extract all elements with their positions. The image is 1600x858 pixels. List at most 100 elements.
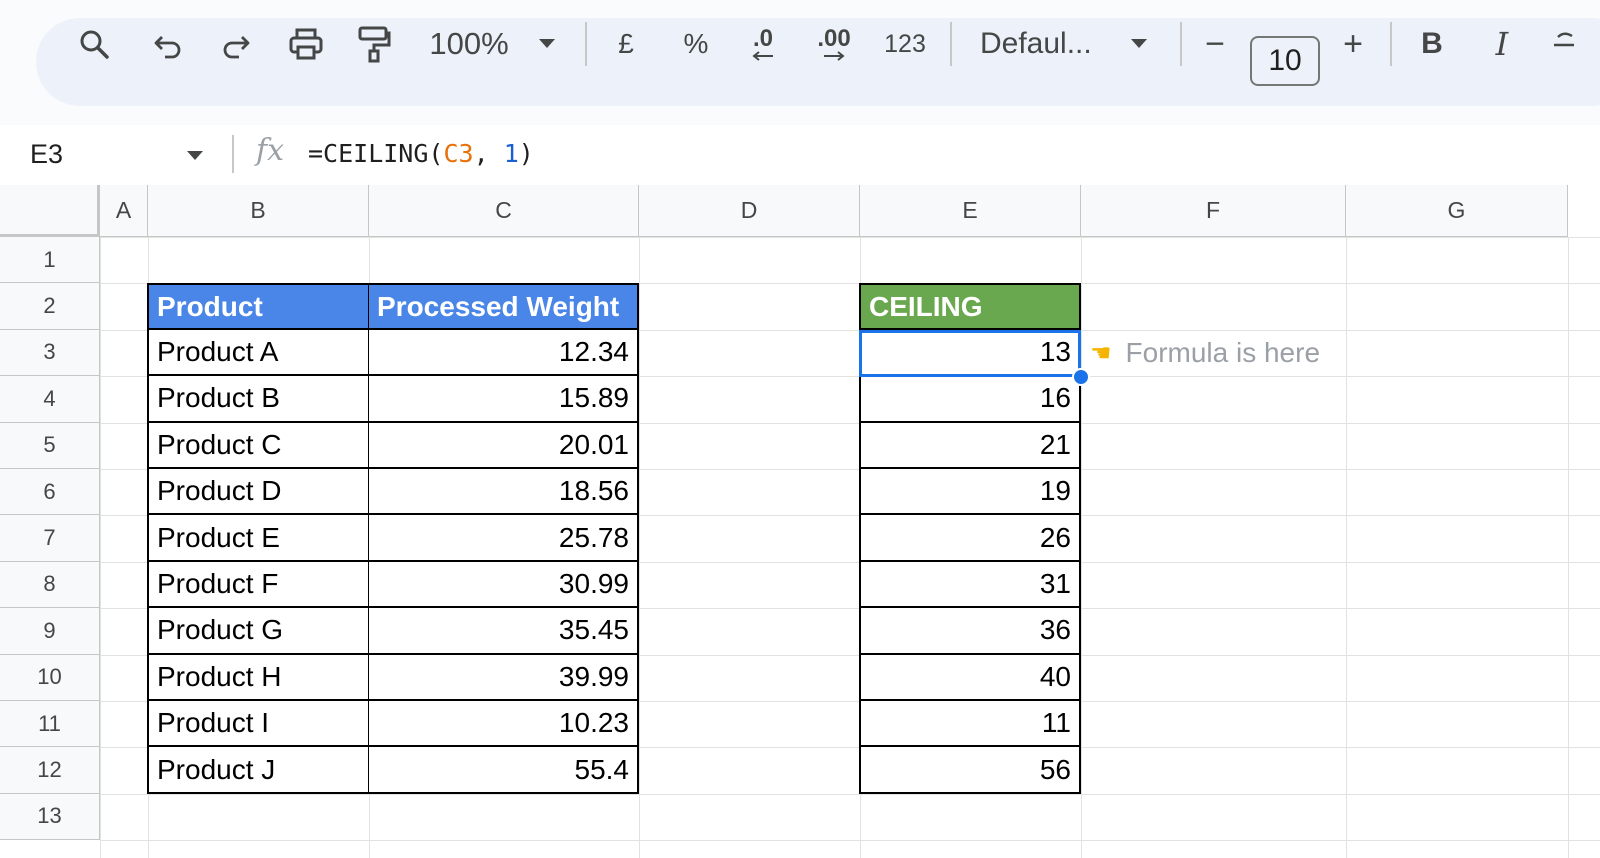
redo-icon[interactable] (218, 0, 254, 88)
product-cell[interactable]: Product E (147, 515, 369, 562)
chevron-down-icon[interactable] (1126, 0, 1152, 88)
row-header-8[interactable]: 8 (0, 561, 100, 609)
ceiling-cell[interactable]: 21 (859, 422, 1081, 469)
formula-bar: E3 fx =CEILING(C3, 1) (0, 125, 1600, 185)
strikethrough-icon[interactable] (1550, 0, 1574, 88)
product-cell[interactable]: Product J (147, 747, 369, 794)
ceiling-cell[interactable]: 11 (859, 701, 1081, 748)
fill-handle[interactable] (1072, 368, 1090, 386)
gridline-horizontal (100, 840, 1600, 842)
row-header-2[interactable]: 2 (0, 283, 100, 330)
product-cell[interactable]: Product D (147, 469, 369, 516)
product-cell[interactable]: Product B (147, 376, 369, 423)
ceiling-cell[interactable]: 26 (859, 515, 1081, 562)
column-header-g[interactable]: G (1346, 185, 1568, 237)
search-icon[interactable] (74, 0, 114, 88)
column-header-e[interactable]: E (860, 185, 1081, 237)
product-cell[interactable]: Product F (147, 561, 369, 609)
weight-cell[interactable]: 20.01 (368, 422, 639, 469)
ceiling-cell[interactable]: 19 (859, 469, 1081, 516)
product-cell[interactable]: Product C (147, 422, 369, 469)
weight-cell[interactable]: 10.23 (368, 701, 639, 748)
row-header-1[interactable]: 1 (0, 237, 100, 284)
arrow-left-icon (752, 51, 773, 61)
row-header-9[interactable]: 9 (0, 608, 100, 655)
row-header-10[interactable]: 10 (0, 654, 100, 701)
toolbar-area: 100% £ % .0 .00 123 Defaul... − 10 + B I (0, 0, 1600, 125)
toolbar-divider (1390, 22, 1392, 66)
name-box[interactable]: E3 (30, 125, 63, 183)
weight-cell[interactable]: 25.78 (368, 515, 639, 562)
product-cell[interactable]: Product G (147, 608, 369, 655)
row-header-5[interactable]: 5 (0, 422, 100, 469)
formula-cell-ref: C3 (443, 139, 474, 168)
formula-suffix: ) (518, 139, 534, 168)
column-header-d[interactable]: D (639, 185, 860, 237)
currency-format-button[interactable]: £ (608, 0, 644, 88)
active-cell-outline (859, 330, 1081, 377)
weight-cell[interactable]: 30.99 (368, 561, 639, 609)
ceiling-cell[interactable]: 31 (859, 561, 1081, 609)
weight-cell[interactable]: 15.89 (368, 376, 639, 423)
column-header-f[interactable]: F (1081, 185, 1346, 237)
increase-decimal-label: .00 (817, 25, 851, 52)
ceiling-cell[interactable]: 36 (859, 608, 1081, 655)
undo-icon[interactable] (150, 0, 186, 88)
weight-cell[interactable]: 39.99 (368, 654, 639, 701)
column-header-c[interactable]: C (369, 185, 639, 237)
zoom-select[interactable]: 100% (424, 0, 514, 88)
chevron-down-icon[interactable] (534, 0, 560, 88)
header-cell-product[interactable]: Product (147, 283, 369, 330)
formula-note-text: Formula is here (1125, 337, 1321, 368)
row-header-13[interactable]: 13 (0, 793, 100, 841)
increase-font-size-button[interactable]: + (1336, 0, 1370, 88)
product-cell[interactable]: Product I (147, 701, 369, 748)
more-formats-button[interactable]: 123 (880, 0, 930, 88)
formula-separator: , (473, 139, 504, 168)
ceiling-cell[interactable]: 56 (859, 747, 1081, 794)
decrease-decimal-label: .0 (752, 25, 773, 52)
ceiling-cell[interactable]: 16 (859, 376, 1081, 423)
weight-cell[interactable]: 55.4 (368, 747, 639, 794)
ceiling-cell[interactable]: 40 (859, 654, 1081, 701)
toolbar-divider (1180, 22, 1182, 66)
select-all-corner[interactable] (0, 185, 100, 237)
decrease-decimal-button[interactable]: .0 (740, 0, 786, 88)
row-header-4[interactable]: 4 (0, 376, 100, 423)
gridline-horizontal (100, 237, 1600, 238)
product-cell[interactable]: Product A (147, 329, 369, 377)
formula-input[interactable]: =CEILING(C3, 1) (308, 125, 534, 183)
header-cell-processed-weight[interactable]: Processed Weight (368, 283, 639, 330)
arrow-right-icon (824, 51, 845, 61)
column-header-a[interactable]: A (100, 185, 148, 237)
weight-cell[interactable]: 12.34 (368, 329, 639, 377)
header-cell-ceiling[interactable]: CEILING (859, 283, 1081, 330)
font-family-select[interactable]: Defaul... (980, 0, 1104, 88)
increase-decimal-button[interactable]: .00 (810, 0, 858, 88)
bold-button[interactable]: B (1414, 0, 1450, 88)
toolbar-divider (585, 22, 587, 66)
row-header-11[interactable]: 11 (0, 701, 100, 748)
formula-number: 1 (503, 139, 519, 168)
gridline-horizontal (100, 793, 1600, 795)
row-header-3[interactable]: 3 (0, 329, 100, 377)
italic-button[interactable]: I (1484, 0, 1520, 88)
row-header-12[interactable]: 12 (0, 747, 100, 794)
formula-prefix: =CEILING( (308, 139, 444, 168)
pointing-hand-icon: ☚ (1090, 339, 1112, 367)
decrease-font-size-button[interactable]: − (1198, 0, 1232, 88)
fx-icon: fx (256, 133, 285, 168)
column-header-b[interactable]: B (148, 185, 369, 237)
weight-cell[interactable]: 35.45 (368, 608, 639, 655)
print-icon[interactable] (286, 0, 326, 88)
row-header-7[interactable]: 7 (0, 515, 100, 562)
formula-note: ☚ Formula is here (1090, 330, 1320, 376)
percent-format-button[interactable]: % (676, 0, 716, 88)
product-cell[interactable]: Product H (147, 654, 369, 701)
chevron-down-icon[interactable] (186, 149, 204, 167)
font-size-input[interactable]: 10 (1250, 36, 1320, 86)
weight-cell[interactable]: 18.56 (368, 469, 639, 516)
row-header-6[interactable]: 6 (0, 469, 100, 516)
formula-bar-divider (232, 135, 234, 173)
paint-format-icon[interactable] (354, 0, 394, 88)
